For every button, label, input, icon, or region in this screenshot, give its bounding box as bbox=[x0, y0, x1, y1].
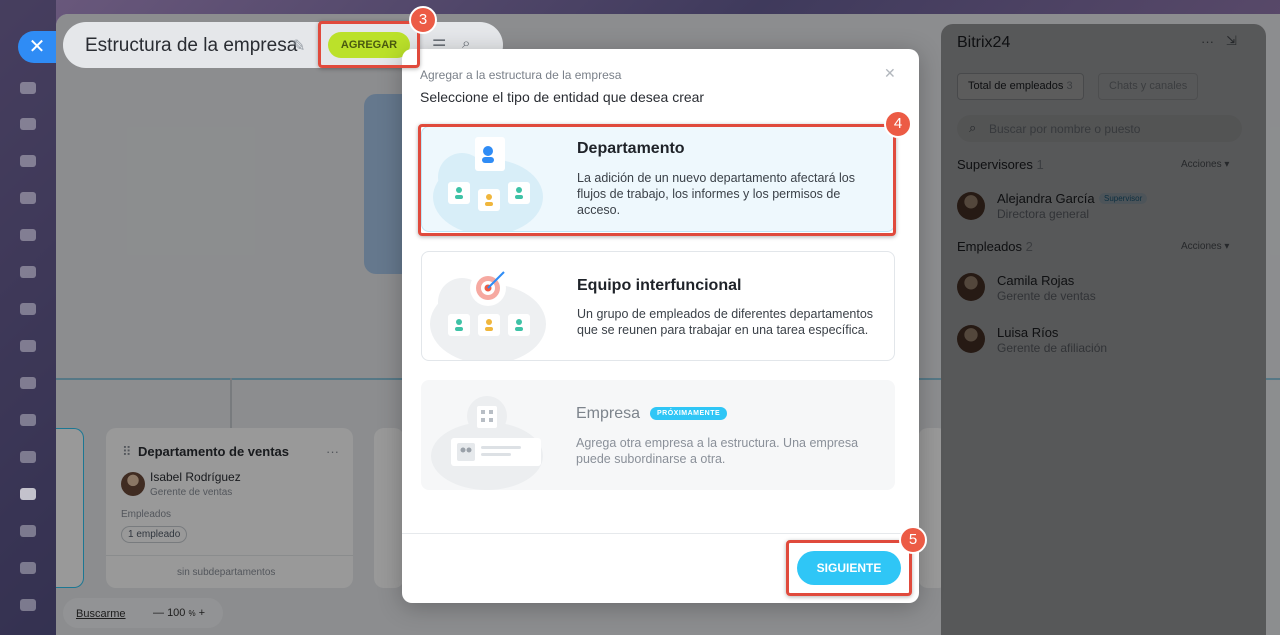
option-title: Empresa bbox=[576, 405, 641, 422]
option-description: Agrega otra empresa a la estructura. Una… bbox=[576, 436, 859, 466]
app-sidebar bbox=[0, 0, 56, 635]
modal-title: Seleccione el tipo de entidad que desea … bbox=[420, 89, 705, 105]
step-badge: 5 bbox=[899, 526, 927, 554]
sidebar-icon[interactable] bbox=[20, 525, 36, 537]
company-illustration bbox=[431, 396, 543, 490]
callout-box bbox=[318, 21, 420, 68]
step-badge: 3 bbox=[409, 6, 437, 34]
divider bbox=[402, 533, 919, 534]
close-icon[interactable]: ✕ bbox=[884, 65, 896, 82]
team-illustration bbox=[430, 270, 546, 360]
sidebar-icon[interactable] bbox=[20, 303, 36, 315]
sidebar-icon[interactable] bbox=[20, 599, 36, 611]
sidebar-icon[interactable] bbox=[20, 414, 36, 426]
callout-box bbox=[418, 124, 896, 236]
option-title: Equipo interfuncional bbox=[577, 277, 742, 294]
sidebar-icon[interactable] bbox=[20, 488, 36, 500]
option-description: Un grupo de empleados de diferentes depa… bbox=[577, 307, 874, 337]
sidebar-icon[interactable] bbox=[20, 155, 36, 167]
sidebar-icon[interactable] bbox=[20, 82, 36, 94]
sidebar-icon[interactable] bbox=[20, 192, 36, 204]
close-slider-button[interactable]: ✕ bbox=[18, 31, 56, 63]
modal-subtitle: Agregar a la estructura de la empresa bbox=[420, 68, 622, 82]
sidebar-icon[interactable] bbox=[20, 377, 36, 389]
sidebar-icon[interactable] bbox=[20, 229, 36, 241]
callout-box bbox=[786, 540, 912, 596]
sidebar-icon[interactable] bbox=[20, 451, 36, 463]
sidebar-icon[interactable] bbox=[20, 562, 36, 574]
step-badge: 4 bbox=[884, 110, 912, 138]
sidebar-icon[interactable] bbox=[20, 340, 36, 352]
sidebar-icon[interactable] bbox=[20, 118, 36, 130]
sidebar-icon[interactable] bbox=[20, 266, 36, 278]
page-title-highlight: Estructura de la empresa bbox=[85, 35, 298, 56]
pin-icon[interactable]: ✎ bbox=[292, 36, 305, 56]
coming-soon-badge: PRÓXIMAMENTE bbox=[650, 407, 728, 420]
